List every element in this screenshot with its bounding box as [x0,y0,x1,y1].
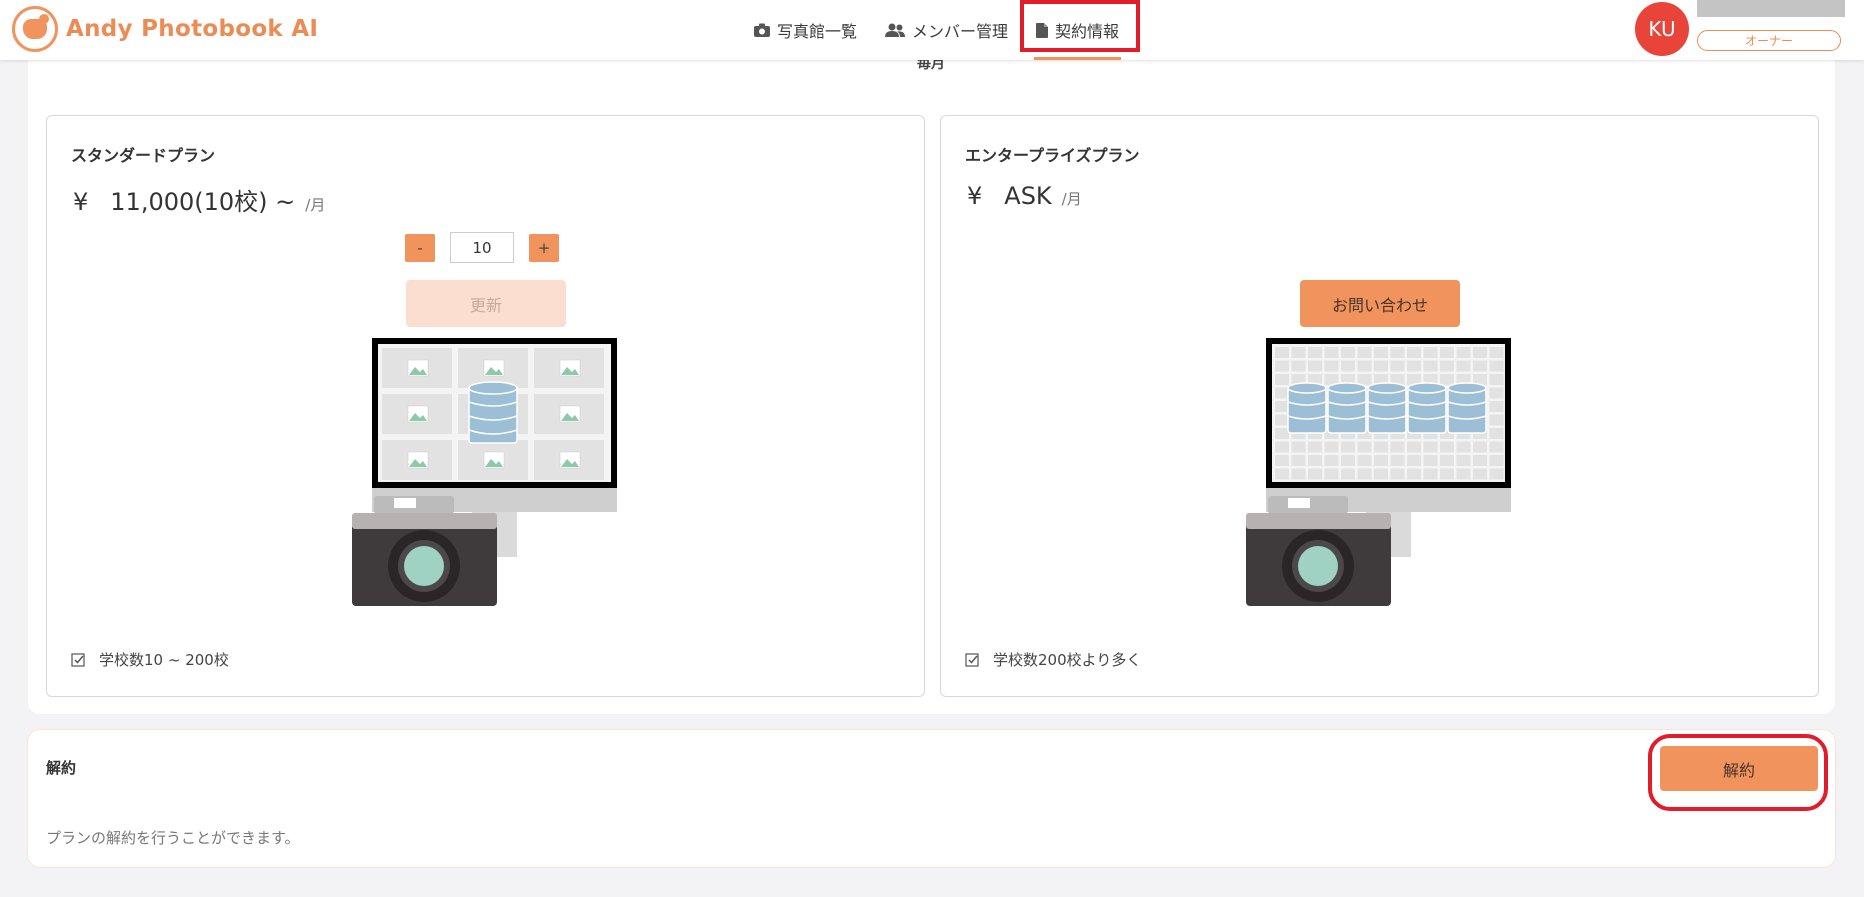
feature-text: 学校数10 ~ 200校 [99,651,229,669]
plan-feature: 学校数200校より多く [965,649,1141,670]
update-button[interactable]: 更新 [406,280,566,327]
camera-icon [754,23,770,37]
price-value: 11,000(10校) ~ [110,188,296,216]
user-name-redacted [1697,0,1845,17]
currency-symbol: ¥ [73,188,89,216]
contact-button[interactable]: お問い合わせ [1300,280,1460,327]
cancel-panel: 解約 プランの解約を行うことができます。 解約 [28,730,1835,867]
checkbox-icon [71,652,85,667]
nav-item-members[interactable]: メンバー管理 [871,0,1022,60]
cancel-button[interactable]: 解約 [1660,746,1818,791]
app-name: Andy Photobook AI [66,16,319,42]
school-count-stepper: - + [405,232,559,263]
nav-label: 写真館一覧 [777,22,858,41]
user-avatar[interactable]: KU [1635,2,1689,56]
checkbox-icon [965,652,979,667]
main-nav: 写真館一覧 メンバー管理 契約情報 [740,0,1133,60]
plan-card-standard: スタンダードプラン ¥ 11,000(10校) ~ /月 - + 更新 [46,115,925,697]
increment-button[interactable]: + [529,233,559,262]
standard-plan-illustration [352,338,617,606]
nav-label: 契約情報 [1055,22,1120,41]
decrement-button[interactable]: - [405,233,435,262]
cancel-description: プランの解約を行うことができます。 [46,829,300,847]
nav-item-contract[interactable]: 契約情報 [1022,0,1133,60]
plan-feature: 学校数10 ~ 200校 [71,649,229,670]
cancel-title: 解約 [46,759,77,777]
currency-symbol: ¥ [967,182,983,210]
role-badge: オーナー [1697,30,1841,51]
logo-mark-icon [12,6,58,52]
people-icon [885,23,906,37]
price-value: ASK [1004,182,1052,210]
price-unit: /月 [305,196,326,214]
feature-text: 学校数200校より多く [993,651,1142,669]
enterprise-plan-illustration [1246,338,1511,606]
school-count-input[interactable] [450,232,514,263]
price-unit: /月 [1061,190,1082,208]
plan-title: スタンダードプラン [71,146,216,165]
plan-title: エンタープライズプラン [965,146,1140,165]
nav-item-studios[interactable]: 写真館一覧 [740,0,871,60]
plan-price: ¥ ASK /月 [967,182,1082,210]
nav-label: メンバー管理 [912,22,1009,41]
top-header: Andy Photobook AI 写真館一覧 メンバー管理 契約情報 KU オ… [0,0,1864,60]
plan-price: ¥ 11,000(10校) ~ /月 [73,182,325,217]
app-logo[interactable]: Andy Photobook AI [12,6,318,52]
document-icon [1036,22,1049,38]
plan-card-enterprise: エンタープライズプラン ¥ ASK /月 お問い合わせ 学校数200校より多く [940,115,1819,697]
